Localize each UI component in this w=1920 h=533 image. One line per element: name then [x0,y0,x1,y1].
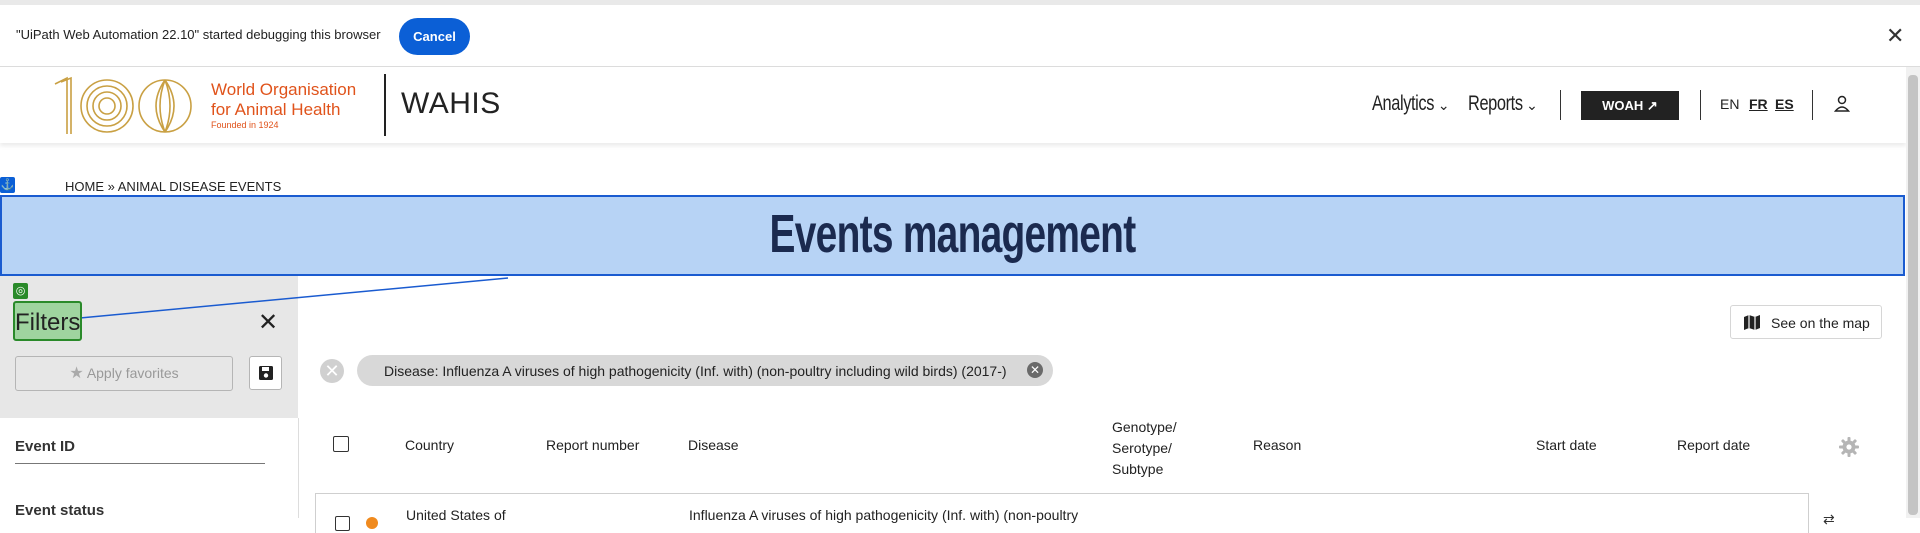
user-icon[interactable] [1834,95,1850,113]
see-on-map-button[interactable]: See on the map [1730,305,1882,339]
nav-divider [1812,90,1813,120]
lang-es[interactable]: ES [1775,96,1794,112]
lang-fr[interactable]: FR [1749,96,1768,112]
gear-icon[interactable] [1838,436,1860,458]
expand-row-icon[interactable]: ⇄ [1823,511,1835,528]
column-header-report-number[interactable]: Report number [546,437,639,453]
apply-favorites-button[interactable]: ★ Apply favorites [15,356,233,391]
nav-analytics[interactable]: Analytics ⌄ [1372,92,1449,116]
org-name-line2: for Animal Health [211,100,341,119]
breadcrumb-current: ANIMAL DISEASE EVENTS [117,179,282,194]
nav-analytics-label: Analytics [1372,92,1435,115]
org-name: World Organisation for Animal Health [211,80,356,120]
table-row[interactable]: United States of Influenza A viruses of … [315,493,1809,533]
event-status-label: Event status [15,502,105,519]
see-on-map-label: See on the map [1771,315,1870,331]
breadcrumb: HOME » ANIMAL DISEASE EVENTS [65,179,281,194]
row-checkbox[interactable] [335,516,350,531]
woah-link-button[interactable]: WOAH ↗ [1581,91,1679,120]
row-country: United States of [406,507,506,523]
org-name-line1: World Organisation [211,80,357,99]
event-id-label: Event ID [15,438,76,455]
row-disease: Influenza A viruses of high pathogenicit… [689,507,1079,523]
breadcrumb-home[interactable]: HOME [65,179,104,194]
star-icon: ★ [69,365,84,382]
map-icon [1744,315,1760,330]
column-header-report-date[interactable]: Report date [1677,437,1750,453]
close-icon[interactable]: ✕ [258,308,278,337]
nav-divider [1560,90,1561,120]
nav-reports[interactable]: Reports ⌄ [1468,92,1538,116]
woah-100-logo-icon[interactable] [49,74,209,138]
debug-notification-bar: "UiPath Web Automation 22.10" started de… [0,0,1920,67]
column-header-reason[interactable]: Reason [1253,437,1301,453]
anchor-icon: ⚓ [0,177,15,193]
breadcrumb-separator: » [107,179,115,194]
genotype-header-line3: Subtype [1112,461,1164,477]
filters-title: Filters [15,309,81,336]
save-favorites-button[interactable] [249,356,282,390]
event-id-input[interactable] [15,463,265,464]
column-header-genotype[interactable]: Genotype/ Serotype/ Subtype [1112,417,1177,480]
logo-divider [384,74,386,136]
cancel-debugging-button[interactable]: Cancel [399,18,470,55]
close-icon[interactable]: ✕ [1886,25,1904,47]
clear-all-filters-icon[interactable]: ✕ [320,359,344,383]
target-icon: ◎ [13,283,28,299]
nav-divider [1700,90,1701,120]
select-all-checkbox[interactable] [333,436,349,452]
nav-reports-label: Reports [1468,92,1523,115]
active-filter-chip-label: Disease: Influenza A viruses of high pat… [384,363,1007,379]
site-header: World Organisation for Animal Health Fou… [0,67,1906,143]
save-icon [259,366,273,380]
org-founded: Founded in 1924 [211,120,279,130]
apply-favorites-label: Apply favorites [86,365,179,381]
page-title: Events management [769,204,1137,264]
chevron-down-icon: ⌄ [1525,97,1538,113]
lang-en[interactable]: EN [1720,96,1739,112]
debug-message: "UiPath Web Automation 22.10" started de… [16,27,381,42]
column-header-start-date[interactable]: Start date [1536,437,1597,453]
genotype-header-line1: Genotype/ [1112,419,1177,435]
app-name[interactable]: WAHIS [401,87,501,121]
status-dot-icon [366,517,378,529]
column-header-disease[interactable]: Disease [688,437,739,453]
genotype-header-line2: Serotype/ [1112,440,1172,456]
page-scrollbar-thumb[interactable] [1908,75,1918,515]
column-header-country[interactable]: Country [405,437,454,453]
chevron-down-icon: ⌄ [1437,97,1449,113]
remove-filter-icon[interactable]: ✕ [1027,362,1043,378]
active-filter-chip: Disease: Influenza A viruses of high pat… [357,355,1053,386]
